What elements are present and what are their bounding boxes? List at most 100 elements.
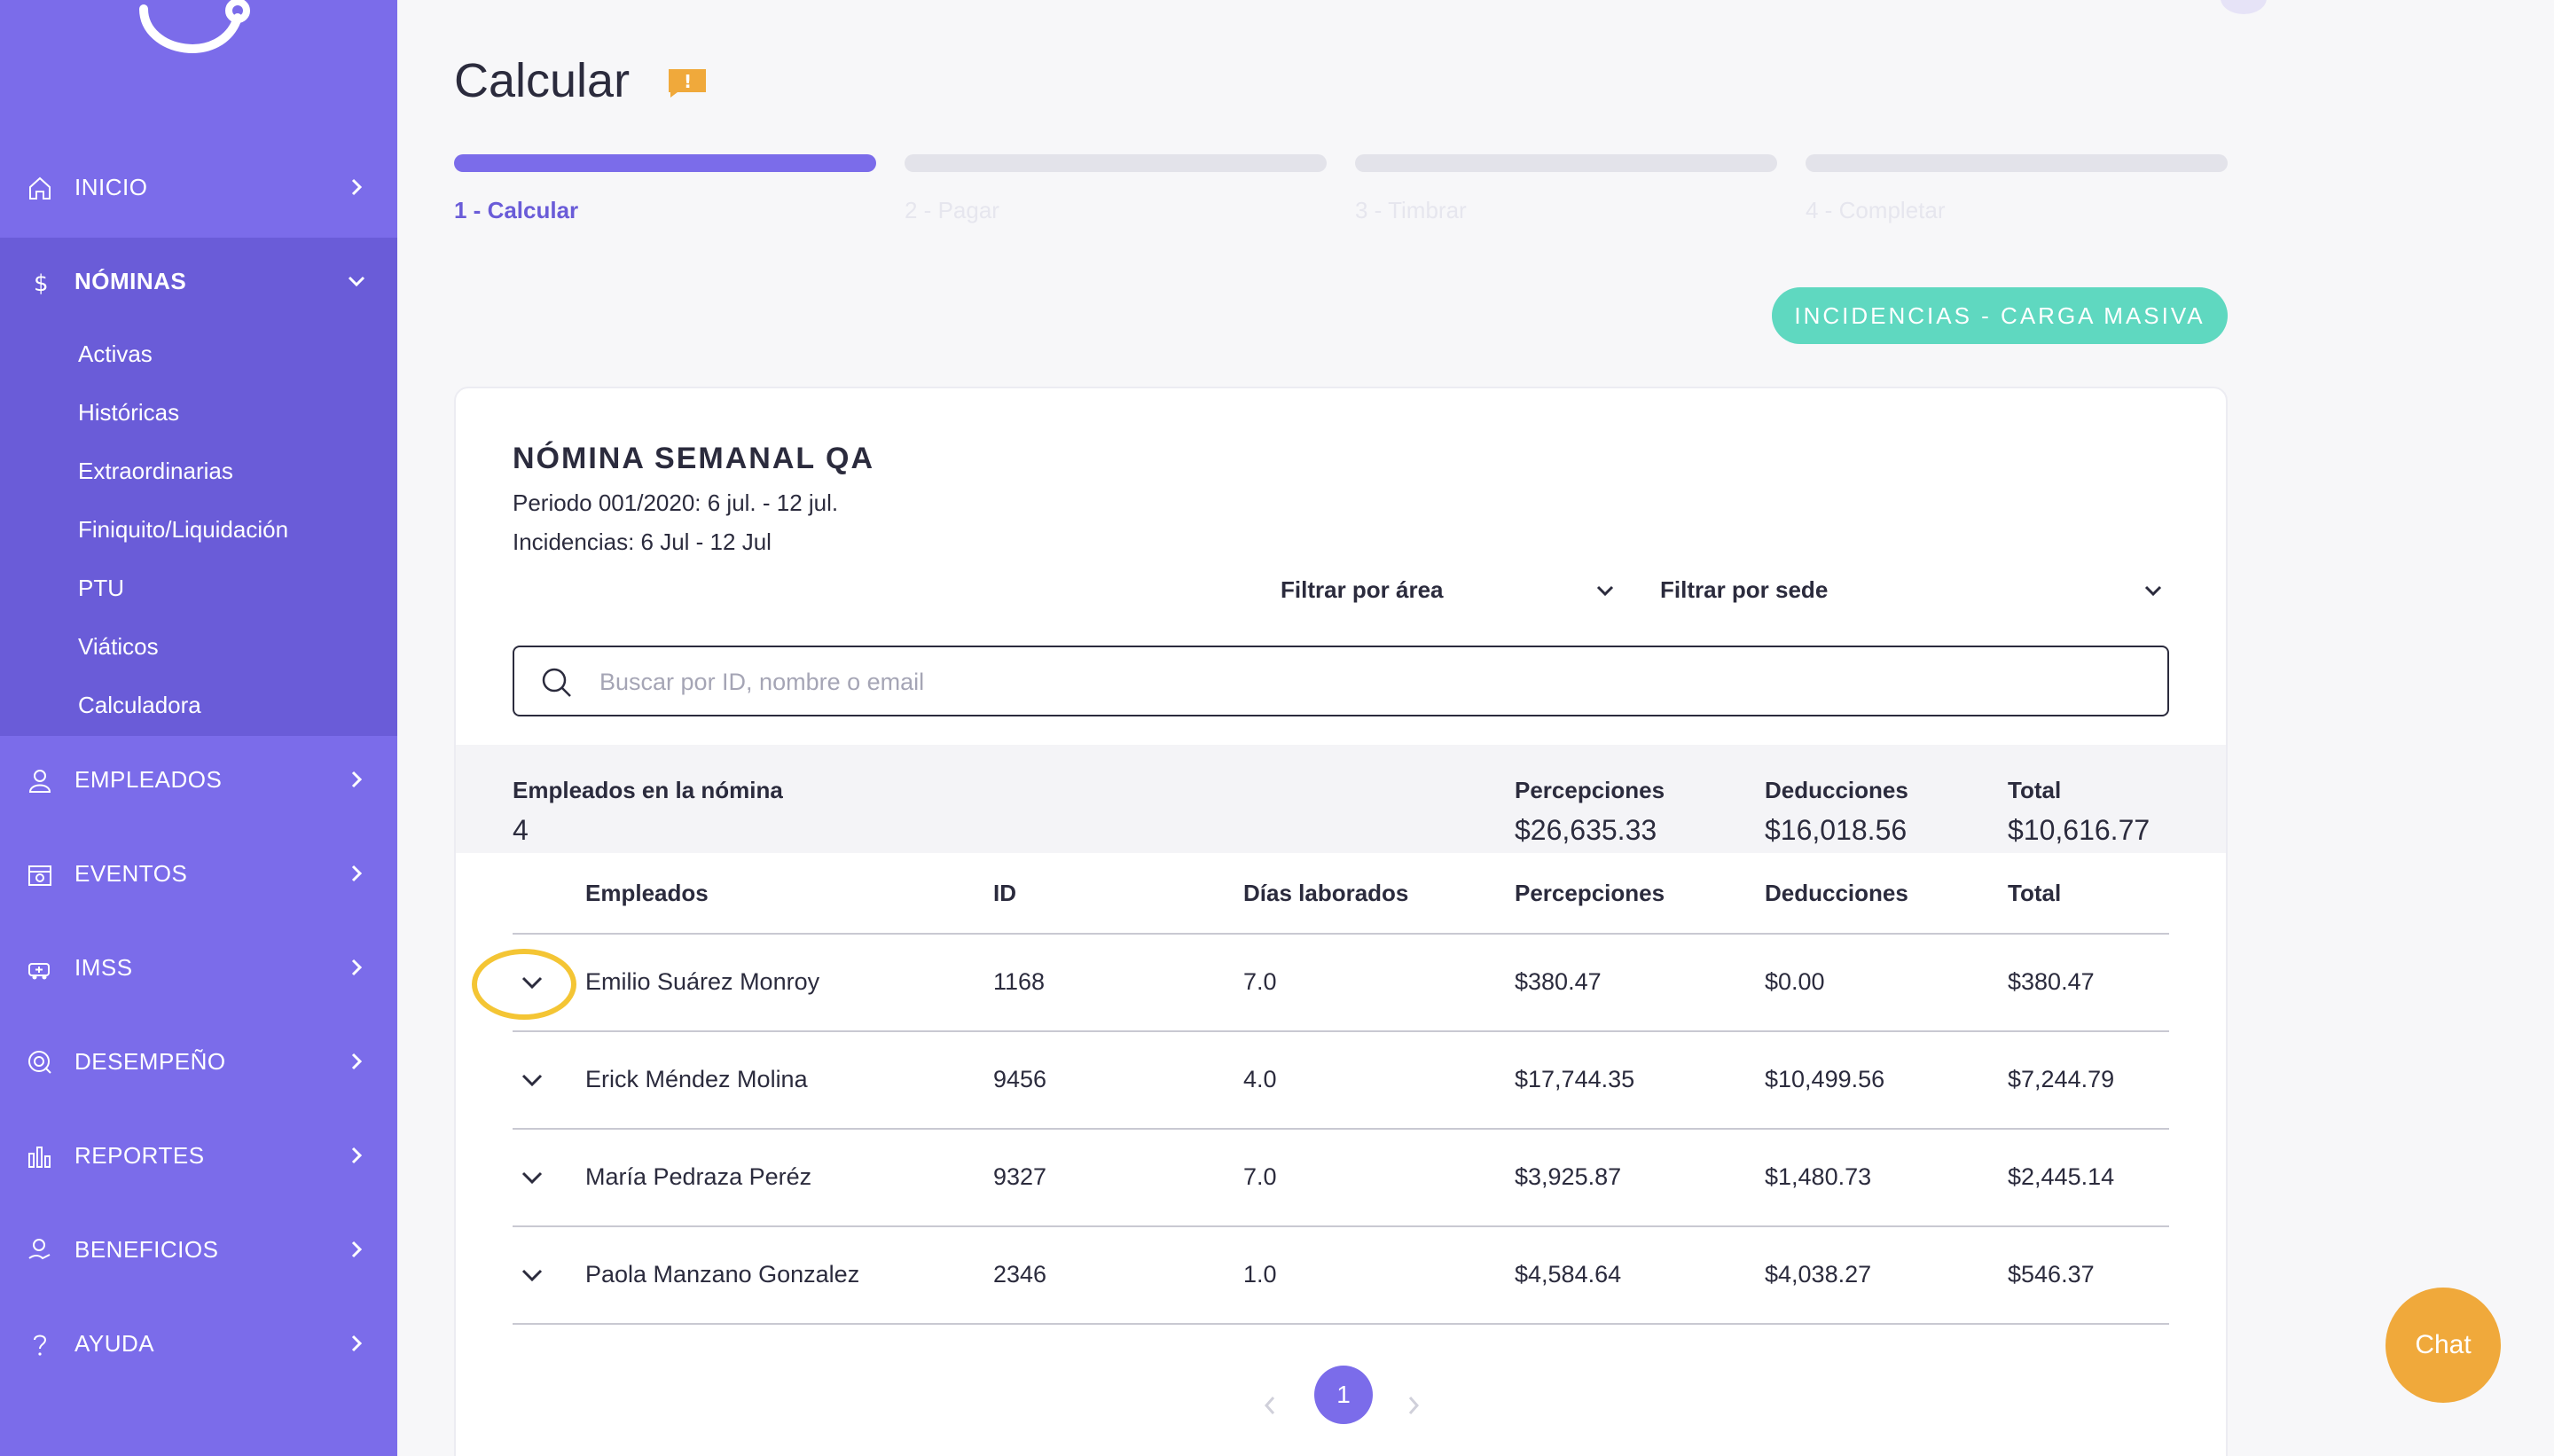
step-progress-bar <box>1355 154 1777 172</box>
performance-icon <box>28 1051 51 1074</box>
sidebar-subitem-historicas[interactable]: Históricas <box>78 399 179 427</box>
chevron-right-icon <box>351 959 363 976</box>
employee-id: 1168 <box>993 968 1046 995</box>
sidebar-item-eventos[interactable]: EVENTOS <box>0 838 397 909</box>
sidebar-subitem-extraordinarias[interactable]: Extraordinarias <box>78 458 233 485</box>
column-header: Deducciones <box>1765 880 1908 906</box>
perceptions: $4,584.64 <box>1515 1261 1622 1288</box>
payroll-card: NÓMINA SEMANAL QA Periodo 001/2020: 6 ju… <box>454 387 2228 1456</box>
column-header: ID <box>993 880 1016 906</box>
table-row[interactable]: Erick Méndez Molina 9456 4.0 $17,744.35 … <box>513 1032 2169 1128</box>
employee-name: María Pedraza Peréz <box>585 1163 812 1190</box>
bar-chart-icon <box>28 1147 51 1168</box>
divider <box>513 1323 2169 1325</box>
sidebar-subitem-viaticos[interactable]: Viáticos <box>78 633 159 661</box>
chevron-right-icon <box>351 1053 363 1070</box>
calendar-icon <box>28 865 51 886</box>
sidebar-item-label: EMPLEADOS <box>74 765 223 793</box>
employee-name: Erick Méndez Molina <box>585 1066 808 1092</box>
summary-perceptions-value: $26,635.33 <box>1515 814 1657 846</box>
sidebar-subitem-activas[interactable]: Activas <box>78 341 153 368</box>
filter-area-select[interactable]: Filtrar por área <box>1281 573 1618 608</box>
step-calcular[interactable]: 1 - Calcular <box>454 154 876 225</box>
step-progress-bar <box>905 154 1327 172</box>
sidebar-subitem-finiquito[interactable]: Finiquito/Liquidación <box>78 516 288 544</box>
column-header: Días laborados <box>1243 880 1409 906</box>
perceptions: $17,744.35 <box>1515 1066 1635 1092</box>
total: $546.37 <box>2008 1261 2095 1288</box>
summary-employees-label: Empleados en la nómina <box>513 777 783 803</box>
step-label: 2 - Pagar <box>905 197 999 223</box>
chevron-right-icon[interactable] <box>1403 1392 1424 1419</box>
chevron-down-icon[interactable] <box>514 1257 550 1293</box>
table-row[interactable]: María Pedraza Peréz 9327 7.0 $3,925.87 $… <box>513 1130 2169 1225</box>
step-pagar[interactable]: 2 - Pagar <box>905 154 1327 225</box>
search-box <box>513 646 2169 716</box>
column-header: Total <box>2008 880 2062 906</box>
sidebar-item-desempeno[interactable]: DESEMPEÑO <box>0 1026 397 1097</box>
table-row[interactable]: Emilio Suárez Monroy 1168 7.0 $380.47 $0… <box>513 935 2169 1030</box>
highlight-ring <box>472 949 576 1020</box>
chevron-down-icon[interactable] <box>514 1062 550 1098</box>
chevron-right-icon <box>351 771 363 788</box>
total: $380.47 <box>2008 968 2095 995</box>
total: $7,244.79 <box>2008 1066 2115 1092</box>
chevron-down-icon[interactable] <box>514 1160 550 1195</box>
chat-button[interactable]: Chat <box>2386 1288 2501 1403</box>
summary-perceptions-label: Percepciones <box>1515 777 1665 803</box>
step-label: 1 - Calcular <box>454 197 579 223</box>
employee-name: Paola Manzano Gonzalez <box>585 1261 860 1288</box>
table-row[interactable]: Paola Manzano Gonzalez 2346 1.0 $4,584.6… <box>513 1227 2169 1323</box>
chevron-down-icon <box>1596 585 1614 597</box>
days-worked: 4.0 <box>1243 1066 1277 1092</box>
chevron-right-icon <box>351 1241 363 1258</box>
filter-site-select[interactable]: Filtrar por sede <box>1660 573 2173 608</box>
payroll-summary: Empleados en la nómina 4 Percepciones $2… <box>456 745 2226 853</box>
sidebar-item-label: REPORTES <box>74 1141 205 1169</box>
page-title: Calcular <box>454 54 631 107</box>
chevron-left-icon[interactable] <box>1259 1392 1281 1419</box>
alert-comment-icon[interactable]: ! <box>665 67 709 99</box>
sidebar-item-label: EVENTOS <box>74 859 188 887</box>
summary-employees-value: 4 <box>513 814 529 846</box>
payroll-title: NÓMINA SEMANAL QA <box>513 442 874 475</box>
sidebar-subitem-ptu[interactable]: PTU <box>78 575 124 602</box>
employee-name: Emilio Suárez Monroy <box>585 968 820 995</box>
sidebar-item-beneficios[interactable]: BENEFICIOS <box>0 1214 397 1285</box>
step-completar[interactable]: 4 - Completar <box>1806 154 2228 225</box>
step-label: 4 - Completar <box>1806 197 1946 223</box>
sidebar-item-label: INICIO <box>74 173 148 200</box>
chevron-down-icon <box>2144 585 2162 597</box>
perceptions: $3,925.87 <box>1515 1163 1622 1190</box>
sidebar-item-imss[interactable]: IMSS <box>0 932 397 1003</box>
chevron-right-icon <box>351 1147 363 1164</box>
page-number[interactable]: 1 <box>1314 1366 1373 1424</box>
sidebar-item-empleados[interactable]: EMPLEADOS <box>0 744 397 815</box>
question-icon <box>34 1335 47 1356</box>
logo-icon[interactable] <box>133 0 257 71</box>
sidebar-subitem-calculadora[interactable]: Calculadora <box>78 692 201 719</box>
summary-deductions-label: Deducciones <box>1765 777 1908 803</box>
summary-deductions-value: $16,018.56 <box>1765 814 1908 846</box>
sidebar: INICIO $ NÓMINAS Activas Históricas Extr… <box>0 0 397 1456</box>
total: $2,445.14 <box>2008 1163 2115 1190</box>
sidebar-item-ayuda[interactable]: AYUDA <box>0 1308 397 1379</box>
sidebar-item-nominas[interactable]: $ NÓMINAS <box>0 246 397 317</box>
search-input[interactable] <box>599 656 2143 708</box>
chevron-right-icon <box>351 865 363 882</box>
dollar-icon: $ <box>34 270 49 295</box>
step-timbrar[interactable]: 3 - Timbrar <box>1355 154 1777 225</box>
sidebar-item-label: NÓMINAS <box>74 267 187 294</box>
column-header: Empleados <box>585 880 709 906</box>
filter-site-label: Filtrar por sede <box>1660 576 1829 603</box>
sidebar-item-label: IMSS <box>74 953 133 981</box>
mass-upload-button[interactable]: INCIDENCIAS - CARGA MASIVA <box>1772 287 2228 344</box>
avatar[interactable] <box>2221 0 2267 14</box>
deductions: $10,499.56 <box>1765 1066 1885 1092</box>
sidebar-item-inicio[interactable]: INICIO <box>0 152 397 223</box>
user-icon <box>28 770 51 793</box>
payroll-incidents: Incidencias: 6 Jul - 12 Jul <box>513 528 772 555</box>
svg-text:$: $ <box>34 270 49 295</box>
sidebar-item-reportes[interactable]: REPORTES <box>0 1120 397 1191</box>
filter-area-label: Filtrar por área <box>1281 576 1444 603</box>
